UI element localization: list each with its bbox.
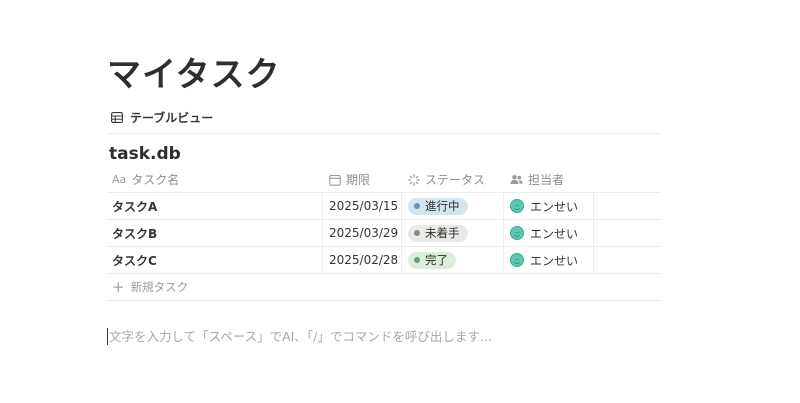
table-icon (111, 111, 123, 123)
column-header-owner[interactable]: 担当者 (503, 167, 593, 192)
database-title[interactable]: task.db (109, 144, 181, 164)
cell-owner[interactable]: ·͜· エンせい (503, 220, 593, 246)
status-badge: 進行中 (408, 197, 468, 215)
owner-name: エンせい (530, 199, 579, 214)
cell-status[interactable]: 進行中 (401, 193, 503, 219)
column-header-label: 担当者 (528, 173, 565, 187)
column-header-name[interactable]: Aa タスク名 (107, 167, 322, 192)
cell-spacer (593, 247, 661, 273)
status-label: 進行中 (425, 199, 460, 213)
status-label: 未着手 (425, 226, 460, 240)
owner: ·͜· エンせい (510, 252, 578, 269)
column-header-label: ステータス (425, 173, 486, 187)
status-dot-icon (414, 203, 420, 209)
view-bar: テーブルビュー (107, 102, 661, 134)
cell-due-date[interactable]: 2025/02/28 (322, 247, 401, 273)
cell-task-name[interactable]: タスクA (107, 193, 322, 219)
due-date: 2025/02/28 (329, 253, 399, 267)
column-header-label: タスク名 (131, 173, 180, 187)
database-table: Aa タスク名 期限 ステータス 担当者 タスクA 2025/03/15 進行中… (107, 167, 661, 301)
avatar: ·͜· (510, 253, 524, 267)
avatar: ·͜· (510, 199, 524, 213)
cell-task-name[interactable]: タスクC (107, 247, 322, 273)
status-dot-icon (414, 257, 420, 263)
table-row[interactable]: タスクC 2025/02/28 完了 ·͜· エンせい (107, 247, 661, 274)
table-row[interactable]: タスクA 2025/03/15 進行中 ·͜· エンせい (107, 193, 661, 220)
cell-spacer (593, 193, 661, 219)
people-icon (510, 174, 523, 185)
status-dot-icon (414, 230, 420, 236)
owner-name: エンせい (530, 226, 579, 241)
column-header-label: 期限 (346, 173, 371, 187)
new-row-button[interactable]: + 新規タスク (107, 274, 661, 301)
page-title[interactable]: マイタスク (107, 47, 281, 96)
cell-status[interactable]: 完了 (401, 247, 503, 273)
cell-spacer (593, 220, 661, 246)
calendar-icon (329, 174, 341, 186)
table-body: タスクA 2025/03/15 進行中 ·͜· エンせい タスクB 2025/03/29 未着… (107, 193, 661, 274)
task-name: タスクB (112, 226, 158, 241)
cell-status[interactable]: 未着手 (401, 220, 503, 246)
cell-due-date[interactable]: 2025/03/29 (322, 220, 401, 246)
status-icon (408, 173, 420, 186)
task-name: タスクC (112, 253, 157, 268)
text-input-placeholder[interactable]: 文字を入力して「スペース」でAI、「/」でコマンドを呼び出します... (107, 328, 492, 345)
avatar: ·͜· (510, 226, 524, 240)
status-badge: 未着手 (408, 224, 468, 242)
table-row[interactable]: タスクB 2025/03/29 未着手 ·͜· エンせい (107, 220, 661, 247)
cell-owner[interactable]: ·͜· エンせい (503, 247, 593, 273)
view-tab-label: テーブルビュー (130, 110, 214, 125)
column-header-due[interactable]: 期限 (322, 167, 401, 192)
status-label: 完了 (425, 253, 448, 267)
text-property-icon: Aa (112, 173, 127, 186)
status-badge: 完了 (408, 251, 456, 269)
column-header-status[interactable]: ステータス (401, 167, 503, 192)
task-name: タスクA (112, 199, 158, 214)
table-header: Aa タスク名 期限 ステータス 担当者 (107, 167, 661, 193)
owner: ·͜· エンせい (510, 225, 578, 242)
cell-owner[interactable]: ·͜· エンせい (503, 193, 593, 219)
due-date: 2025/03/15 (329, 199, 399, 213)
cell-task-name[interactable]: タスクB (107, 220, 322, 246)
due-date: 2025/03/29 (329, 226, 399, 240)
plus-icon: + (112, 277, 125, 296)
owner: ·͜· エンせい (510, 198, 578, 215)
new-row-label: 新規タスク (130, 280, 189, 294)
cell-due-date[interactable]: 2025/03/15 (322, 193, 401, 219)
view-tab-table[interactable]: テーブルビュー (111, 107, 213, 127)
column-header-spacer (593, 167, 661, 192)
owner-name: エンせい (530, 253, 579, 268)
